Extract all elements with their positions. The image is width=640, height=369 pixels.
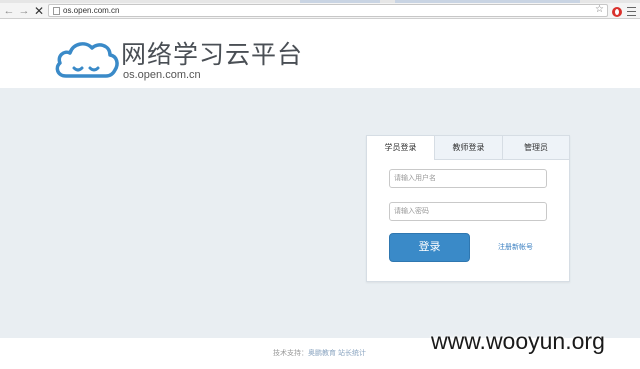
tab-admin-login[interactable]: 管理员 — [502, 136, 569, 160]
footer-text: 技术支持：奥鹏教育 站长统计 — [273, 349, 366, 358]
address-bar[interactable]: os.open.com.cn ☆ — [48, 4, 608, 17]
footer-prefix: 技术支持： — [273, 350, 308, 357]
footer-link-stats[interactable]: 站长统计 — [338, 350, 366, 357]
login-button[interactable]: 登录 — [389, 233, 470, 262]
url-text[interactable]: os.open.com.cn — [63, 5, 119, 16]
login-tabs: 学员登录 教师登录 管理员 — [367, 136, 569, 160]
watermark: www.wooyun.org — [431, 328, 605, 354]
menu-icon[interactable] — [627, 7, 636, 16]
browser-toolbar: ← → ✕ os.open.com.cn ☆ — [0, 3, 640, 19]
arrow-left-icon[interactable]: ← — [3, 4, 15, 18]
site-title: 网络学习云平台 — [121, 41, 304, 69]
cloud-logo-icon — [55, 42, 119, 78]
username-input[interactable] — [389, 169, 547, 188]
tab-teacher-login[interactable]: 教师登录 — [434, 136, 502, 160]
page-icon — [53, 7, 60, 15]
site-subtitle: os.open.com.cn — [123, 69, 201, 81]
password-input[interactable] — [389, 202, 547, 221]
close-icon[interactable]: ✕ — [33, 4, 45, 18]
tab-student-login[interactable]: 学员登录 — [367, 136, 434, 160]
site-header: 网络学习云平台 os.open.com.cn — [0, 20, 640, 88]
arrow-right-icon[interactable]: → — [18, 4, 30, 18]
register-link[interactable]: 注册新帐号 — [498, 243, 533, 253]
login-panel: 学员登录 教师登录 管理员 登录 注册新帐号 — [366, 135, 570, 282]
footer-link-support[interactable]: 奥鹏教育 — [308, 350, 336, 357]
extension-icon[interactable] — [612, 7, 622, 17]
star-icon[interactable]: ☆ — [595, 4, 604, 16]
